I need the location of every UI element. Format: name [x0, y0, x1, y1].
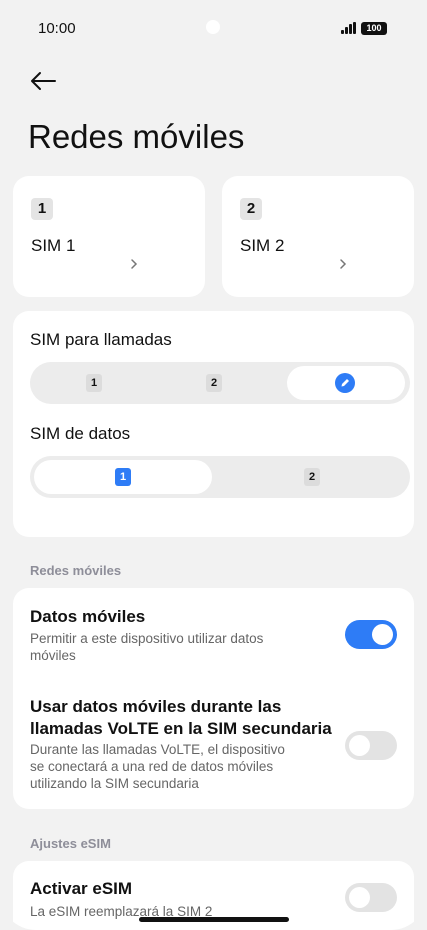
- sim-2-badge: 2: [240, 198, 262, 220]
- volte-data-desc-line-3: utilizando la SIM secundaria: [30, 776, 199, 791]
- front-camera: [206, 20, 220, 34]
- toggle-knob: [349, 735, 370, 756]
- activate-esim-toggle[interactable]: [345, 883, 397, 912]
- sim-2-name: SIM 2: [240, 236, 285, 255]
- section-label-esim: Ajustes eSIM: [30, 836, 111, 851]
- mobile-data-desc-line-1: Permitir a este dispositivo utilizar dat…: [30, 631, 264, 646]
- chevron-right-icon: [131, 259, 138, 269]
- sim-1-card[interactable]: 1 SIM 1: [13, 176, 205, 297]
- volte-data-desc-line-2: se conectará a una red de datos móviles: [30, 759, 274, 774]
- sim-1-mini-badge: 1: [86, 374, 102, 392]
- volte-data-desc-line-1: Durante las llamadas VoLTE, el dispositi…: [30, 742, 285, 757]
- back-button[interactable]: [28, 66, 58, 96]
- battery-icon: 100: [361, 22, 387, 35]
- mobile-data-title: Datos móviles: [30, 607, 146, 626]
- sim-1-badge: 1: [31, 198, 53, 220]
- phone-screen: 10:00 100 Redes móviles 1 SIM 1 2 SIM 2 …: [0, 0, 427, 930]
- sim-2-mini-badge: 2: [206, 374, 222, 392]
- toggle-knob: [349, 887, 370, 908]
- sim-data-option-2[interactable]: 2: [222, 460, 402, 494]
- chevron-right-icon: [340, 259, 347, 269]
- sim-1-name: SIM 1: [31, 236, 76, 255]
- sim-calls-option-2[interactable]: 2: [159, 366, 279, 400]
- pencil-icon: [335, 373, 355, 393]
- sim-calls-option-ask[interactable]: [287, 366, 405, 400]
- sim-2-mini-badge: 2: [304, 468, 320, 486]
- mobile-data-desc-line-2: móviles: [30, 648, 76, 663]
- volte-data-title-line-2: llamadas VoLTE en la SIM secundaria: [30, 719, 332, 738]
- volte-data-title-line-1: Usar datos móviles durante las: [30, 697, 282, 716]
- signal-icon: [341, 22, 358, 34]
- sim-1-mini-badge: 1: [115, 468, 131, 486]
- mobile-networks-card: Datos móviles Permitir a este dispositiv…: [13, 588, 414, 809]
- sim-calls-label: SIM para llamadas: [30, 330, 172, 349]
- section-label-mobile-networks: Redes móviles: [30, 563, 122, 578]
- page-title: Redes móviles: [28, 118, 245, 155]
- sim-preferences-card: SIM para llamadas 1 2 SIM de datos 1 2: [13, 311, 414, 537]
- sim-data-selector: 1 2: [30, 456, 410, 498]
- sim-2-card[interactable]: 2 SIM 2: [222, 176, 414, 297]
- sim-calls-option-1[interactable]: 1: [34, 366, 154, 400]
- toggle-knob: [372, 624, 393, 645]
- sim-data-label: SIM de datos: [30, 424, 131, 443]
- sim-data-option-1[interactable]: 1: [34, 460, 212, 494]
- volte-data-toggle[interactable]: [345, 731, 397, 760]
- mobile-data-toggle[interactable]: [345, 620, 397, 649]
- status-time: 10:00: [38, 20, 76, 37]
- home-indicator[interactable]: [139, 917, 289, 922]
- arrow-left-icon: [31, 72, 56, 90]
- sim-calls-selector: 1 2: [30, 362, 410, 404]
- activate-esim-title: Activar eSIM: [30, 879, 133, 898]
